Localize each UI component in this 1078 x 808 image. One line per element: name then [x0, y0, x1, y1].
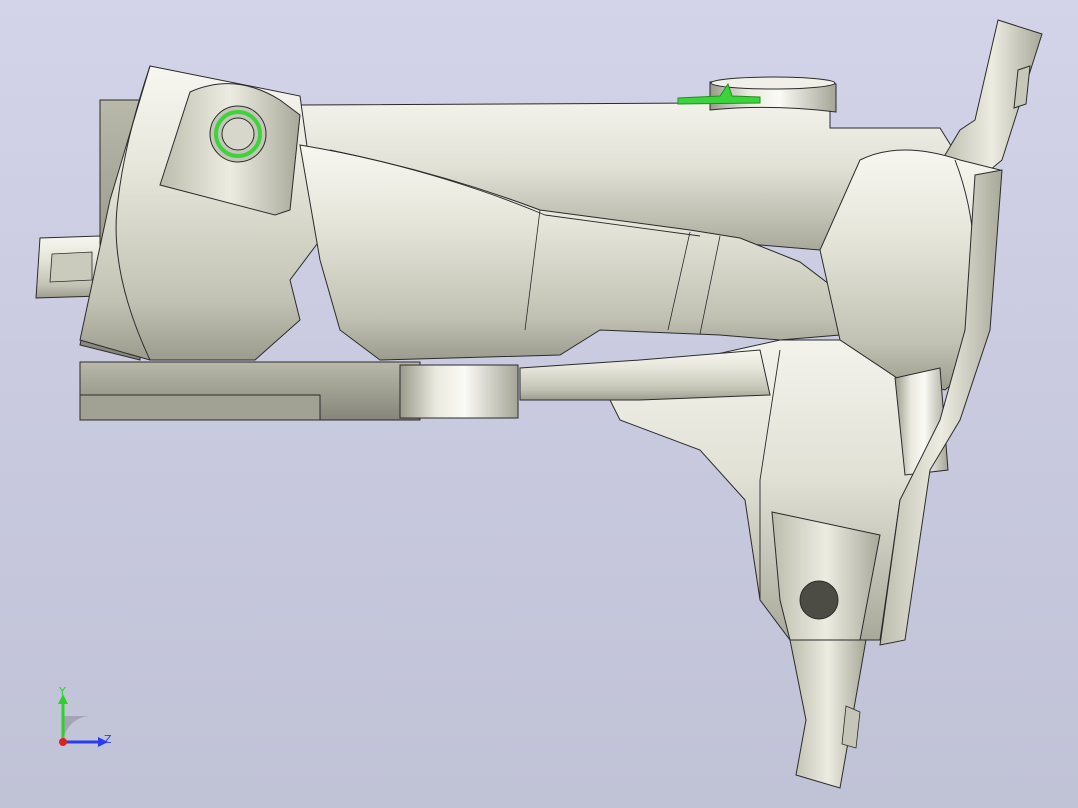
3d-viewport[interactable]: Y Z: [0, 0, 1078, 808]
y-axis-label: Y: [58, 685, 66, 698]
lower-branch: [519, 349, 771, 401]
orientation-triad-icon: Y Z: [58, 685, 112, 747]
bracket-hole: [799, 580, 839, 620]
lower-cylinder: [399, 364, 519, 419]
cad-part-model[interactable]: [0, 0, 1078, 808]
base-plate-lower: [79, 394, 321, 421]
z-axis-label: Z: [104, 733, 112, 746]
